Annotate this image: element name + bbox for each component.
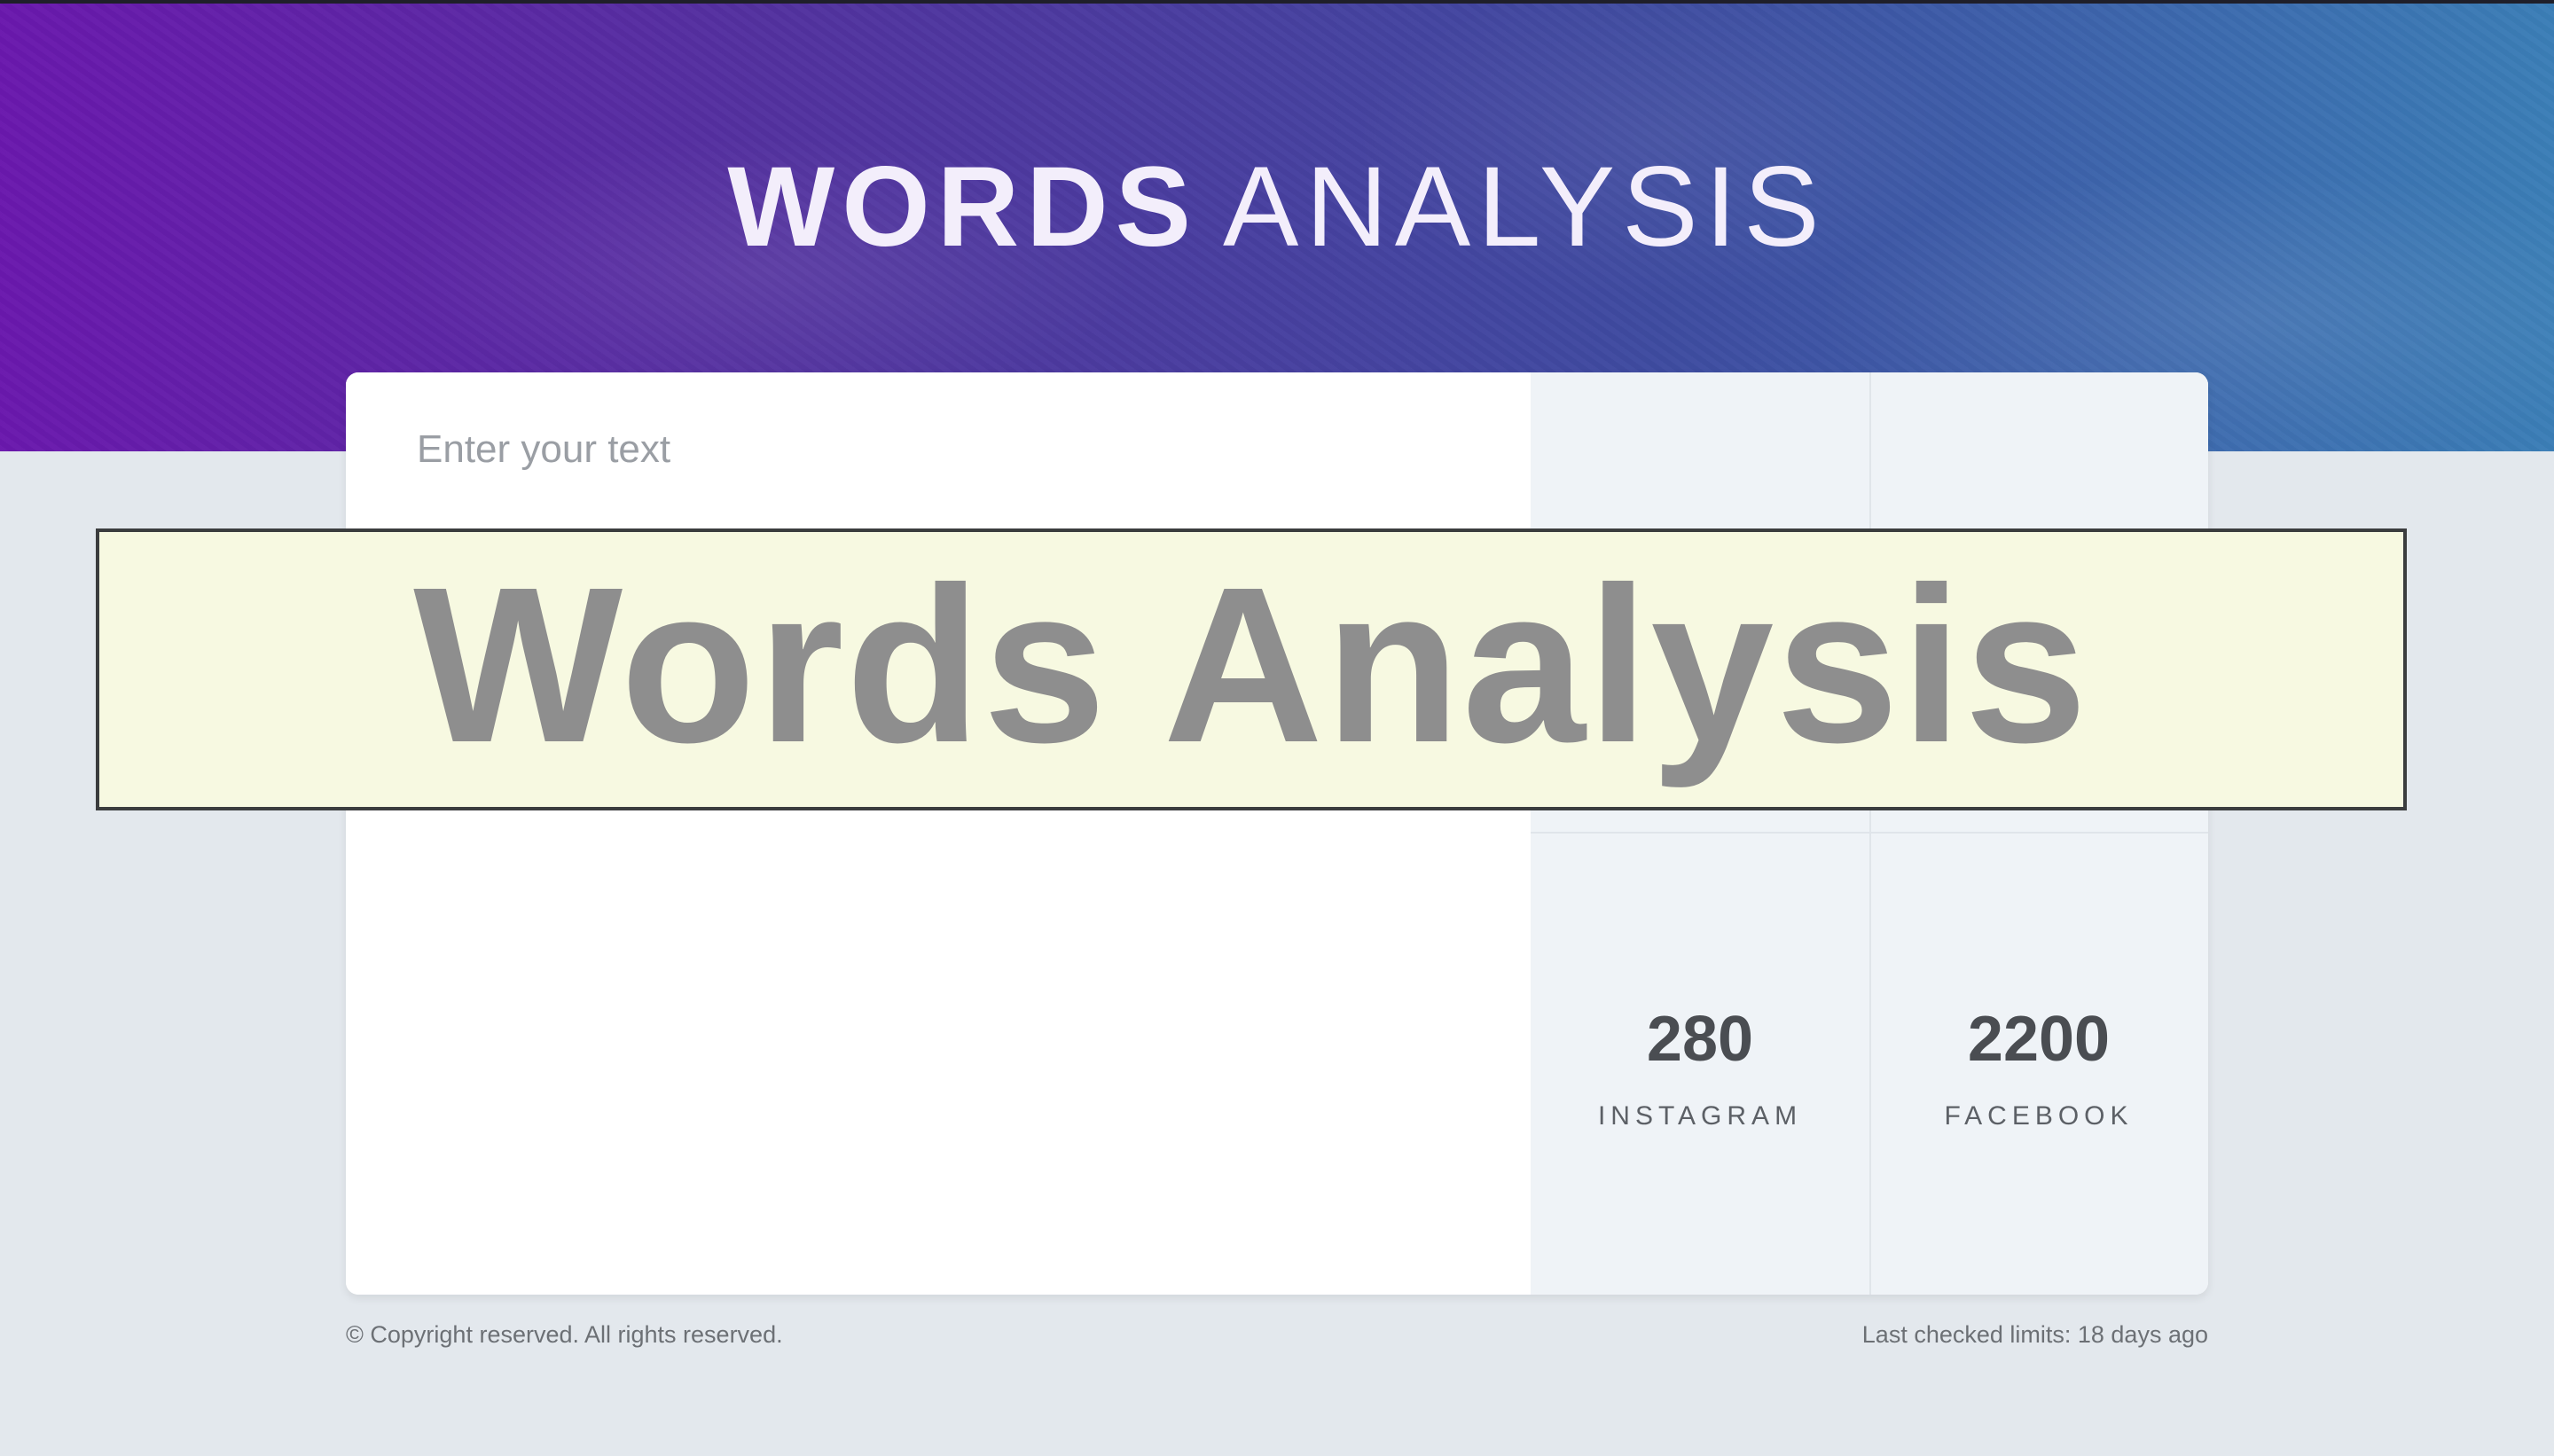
instagram-limit-value: 280 (1646, 1004, 1754, 1075)
stats-divider-vertical (1869, 372, 1871, 1295)
page-title-bold: WORDS (727, 144, 1199, 270)
text-input-placeholder: Enter your text (417, 427, 671, 471)
stats-divider-horizontal (1531, 832, 2208, 834)
facebook-limit: 2200 FACEBOOK (1869, 1004, 2208, 1131)
facebook-limit-label: FACEBOOK (1944, 1101, 2134, 1131)
facebook-limit-value: 2200 (1967, 1004, 2111, 1075)
text-input-area[interactable]: Enter your text (346, 372, 1531, 1295)
instagram-limit-label: INSTAGRAM (1597, 1101, 1803, 1131)
last-checked-text: Last checked limits: 18 days ago (1861, 1321, 2208, 1348)
copyright-text: © Copyright reserved. All rights reserve… (346, 1321, 783, 1348)
page-title: WORDS ANALYSIS (0, 145, 2554, 270)
analysis-card: Enter your text (346, 372, 2208, 1295)
page-title-light: ANALYSIS (1223, 144, 1827, 270)
limits-panel (1531, 372, 2208, 1295)
banner-title: Words Analysis (413, 541, 2089, 788)
instagram-limit: 280 INSTAGRAM (1531, 1004, 1869, 1131)
title-overlay-banner: Words Analysis (96, 528, 2407, 810)
